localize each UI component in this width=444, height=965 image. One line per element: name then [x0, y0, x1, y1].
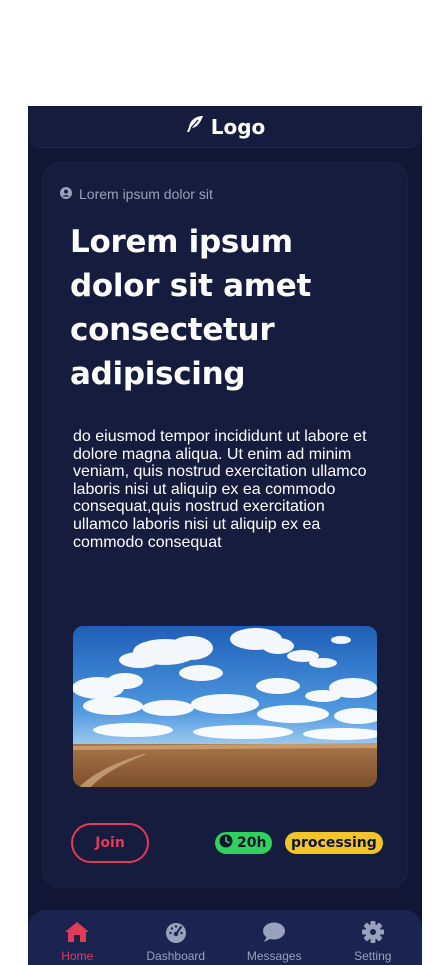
bottom-nav: Home Dashboard Messages Setting [28, 910, 422, 965]
home-icon [64, 920, 90, 949]
app-header: Logo [28, 106, 422, 148]
post-meta: Lorem ipsum dolor sit [60, 186, 213, 202]
time-badge: 20h [215, 832, 273, 854]
post-body: do eiusmod tempor incididunt ut labore e… [73, 428, 367, 551]
status-badge: processing [285, 832, 383, 854]
nav-item-messages[interactable]: Messages [225, 910, 324, 965]
clock-icon [219, 834, 233, 852]
post-meta-text: Lorem ipsum dolor sit [79, 186, 213, 202]
app-screen: Logo Lorem ipsum dolor sit Lorem ipsum d… [28, 106, 422, 965]
nav-item-label: Home [61, 949, 94, 963]
gear-icon [360, 920, 386, 949]
feather-icon [185, 114, 205, 139]
post-image [73, 626, 377, 787]
nav-item-label: Messages [246, 949, 302, 963]
join-button[interactable]: Join [71, 823, 149, 863]
gauge-icon [163, 920, 189, 949]
time-badge-text: 20h [237, 835, 267, 851]
chat-bubble-icon [261, 920, 287, 949]
nav-item-label: Setting [354, 949, 392, 963]
nav-item-home[interactable]: Home [28, 910, 127, 965]
nav-item-label: Dashboard [146, 949, 206, 963]
logo[interactable]: Logo [185, 114, 266, 139]
user-circle-icon [60, 186, 72, 202]
nav-item-dashboard[interactable]: Dashboard [127, 910, 226, 965]
logo-text: Logo [210, 114, 266, 139]
nav-item-setting[interactable]: Setting [324, 910, 423, 965]
post-title: Lorem ipsum dolor sit amet consectetur a… [70, 224, 312, 392]
